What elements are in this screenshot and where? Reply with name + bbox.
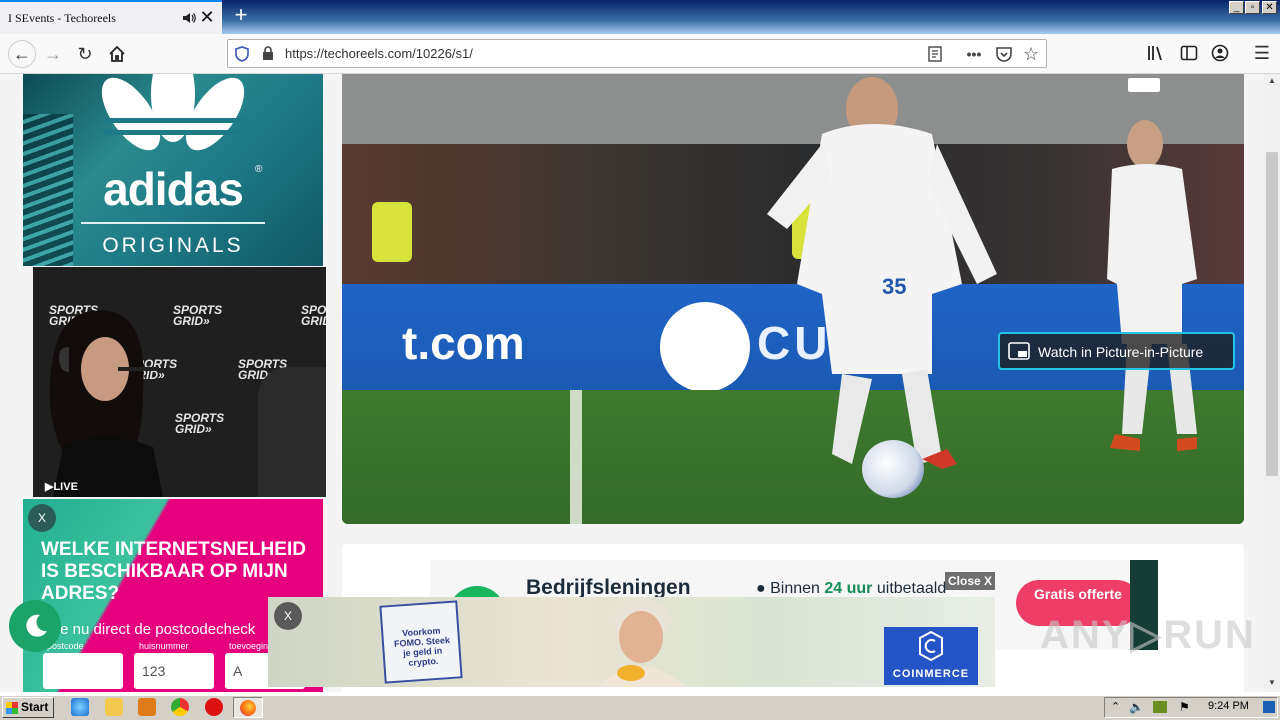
coinmerce-ad-close-button[interactable]: X [274,602,302,630]
pitch-line [570,390,582,524]
player-background [1107,120,1197,451]
reader-view-icon[interactable] [928,46,942,62]
coinmerce-wordmark: COINMERCE [892,668,970,680]
forward-icon[interactable]: → [41,42,65,66]
sportsgrid-stream[interactable]: SPORTSGRID» SPORTSGRID» SPORTSGRID» SPOR… [33,267,326,497]
address-bar[interactable]: https://techoreels.com/10226/s1/ ••• ☆ [227,39,1047,68]
window-close-button[interactable]: ✕ [1262,1,1277,14]
video-player[interactable]: t.com CUVEE 35 [342,74,1244,524]
restore-button[interactable]: ▫ [1245,1,1260,14]
adidas-ad[interactable]: adidas ® ORIGINALS [23,74,323,266]
file-explorer-icon[interactable] [105,698,123,716]
broadcaster-logo [1128,78,1160,92]
football [862,440,924,498]
board-logo [660,302,750,392]
toevoeging-label: toevoeging [229,641,274,651]
taskbar [0,695,1280,720]
start-button[interactable]: Start [2,697,54,718]
scroll-up-icon[interactable]: ▲ [1266,76,1278,86]
coinmerce-tile-text: Voorkom FOMO. Steek je geld in crypto. [393,625,451,668]
board-text-left: t.com [402,317,525,369]
flag-icon[interactable]: ⚑ [1179,700,1190,714]
sidebar-icon[interactable] [1180,44,1198,62]
adidas-subtitle: ORIGINALS [102,234,244,257]
picture-in-picture-icon [1008,342,1030,360]
shield-icon[interactable] [235,46,249,62]
speaker-icon[interactable] [182,11,196,25]
loans-subtitle: ● Binnen 24 uur uitbetaald [756,580,947,597]
huisnummer-input[interactable]: 123 [134,653,214,689]
tray-expand-icon[interactable]: ⌃ [1111,700,1120,713]
kpn-headline: WELKE INTERNETSNELHEID IS BESCHIKBAAR OP… [41,539,306,604]
menu-icon[interactable]: ☰ [1250,41,1274,65]
firefox-icon [240,700,256,716]
registered-mark: ® [255,164,263,175]
kpn-ad-close-button[interactable]: X [28,504,56,532]
reload-icon[interactable]: ↻ [73,42,97,66]
anyrun-watermark: ANY▷RUN [1040,613,1256,657]
dark-mode-toggle[interactable] [9,600,61,652]
coinmerce-logo: COINMERCE [884,627,978,685]
coinmerce-ad[interactable]: X Voorkom FOMO. Steek je geld in crypto.… [268,597,995,687]
pocket-icon[interactable] [995,45,1013,63]
library-icon[interactable] [1147,44,1165,62]
minimize-button[interactable]: _ [1229,1,1244,14]
adidas-divider [81,222,265,224]
scrollbar-thumb[interactable] [1266,152,1278,476]
postcode-input[interactable] [43,653,123,689]
show-desktop-icon[interactable] [1263,701,1275,713]
moon-icon [26,614,47,637]
taskbar-clock: 9:24 PM [1208,700,1249,712]
page-actions-icon[interactable]: ••• [966,46,982,62]
adidas-wordmark: adidas [103,163,244,215]
jersey-number: 35 [882,274,906,299]
internet-explorer-icon[interactable] [71,698,89,716]
lock-icon[interactable] [262,46,274,61]
volume-icon[interactable]: 🔈 [1129,700,1144,714]
coinmerce-hex-icon [919,631,943,661]
bookmark-star-icon[interactable]: ☆ [1023,45,1039,63]
sportsgrid-logo: SPORTSGRID» [301,303,326,328]
kpn-subline: Doe nu direct de postcodecheck [41,621,256,638]
woman-photo [596,599,686,687]
chrome-icon[interactable] [171,698,189,716]
opera-icon[interactable] [205,698,223,716]
back-icon[interactable]: ← [8,40,36,68]
steward [372,202,412,262]
coinmerce-tile: Voorkom FOMO. Steek je geld in crypto. [379,600,463,684]
live-badge: ▶LIVE [45,481,78,493]
browser-tab[interactable]: I SEvents - Techoreels ✕ [0,0,222,34]
windows-logo-icon [6,702,18,714]
pip-label: Watch in Picture-in-Picture [1038,344,1204,360]
network-icon[interactable] [1153,701,1167,713]
system-tray: ⌃ 🔈 ⚑ [1104,697,1278,718]
adidas-trefoil-logo [101,74,245,151]
firefox-taskbar-button[interactable] [233,697,263,718]
scroll-down-icon[interactable]: ▼ [1266,678,1278,688]
close-ad-button[interactable]: Close X [945,572,995,590]
tab-title: I SEvents - Techoreels [8,11,116,25]
start-label: Start [21,700,49,714]
url-text[interactable]: https://techoreels.com/10226/s1/ [285,46,473,61]
host-person [49,310,163,497]
picture-in-picture-toggle[interactable]: Watch in Picture-in-Picture [998,332,1235,370]
home-icon[interactable] [108,45,126,63]
huisnummer-label: huisnummer [139,641,189,651]
cohost-person [258,367,326,497]
account-icon[interactable] [1211,44,1229,62]
player-main: 35 [767,77,997,469]
media-player-icon[interactable] [138,698,156,716]
tab-close-icon[interactable]: ✕ [199,8,215,26]
new-tab-button[interactable]: + [230,4,252,27]
